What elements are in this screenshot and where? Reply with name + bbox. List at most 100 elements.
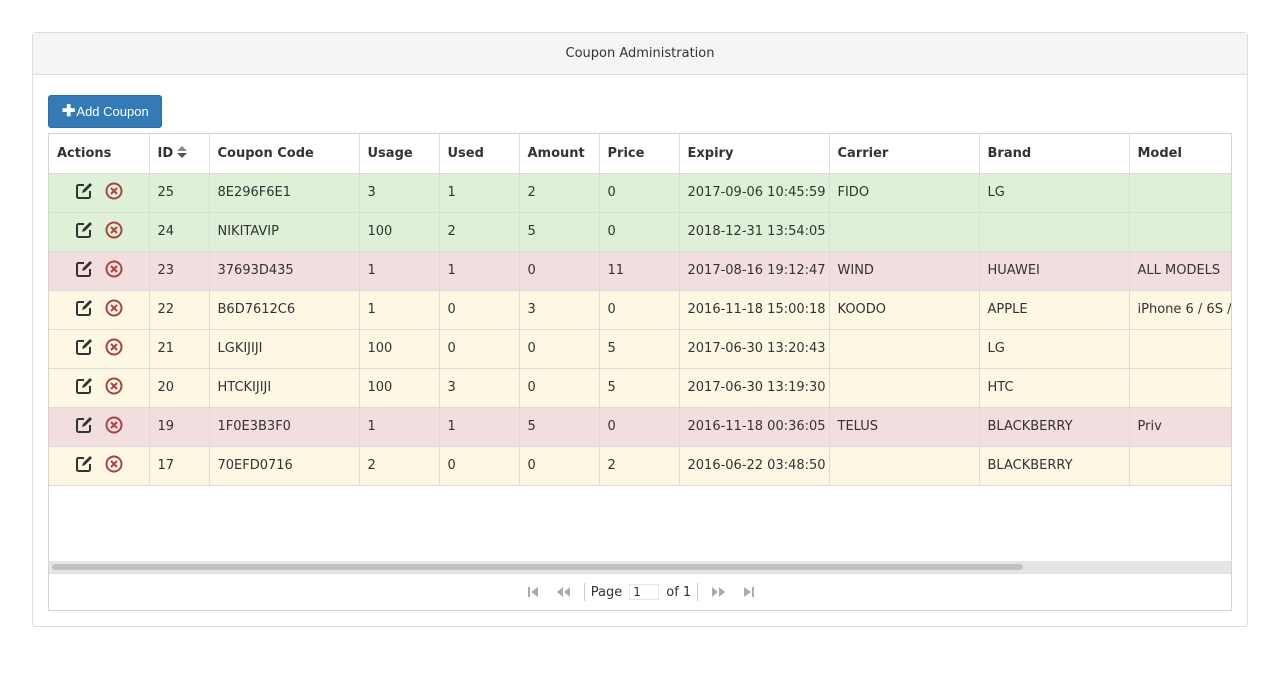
delete-icon[interactable] xyxy=(105,221,123,243)
cell-brand: BLACKBERRY xyxy=(979,407,1130,447)
cell-carrier: TELUS xyxy=(829,407,980,447)
add-coupon-button[interactable]: ✚ Add Coupon xyxy=(48,95,162,128)
cell-used: 3 xyxy=(439,368,520,408)
cell-usage: 3 xyxy=(359,173,440,213)
edit-icon[interactable] xyxy=(75,221,93,243)
cell-price: 0 xyxy=(599,173,680,213)
table-row: 24 NIKITAVIP 100 2 5 0 2018-12-31 13:54:05 xyxy=(49,212,1231,252)
column-header-carrier[interactable]: Carrier xyxy=(829,134,980,174)
cell-model xyxy=(1129,368,1231,408)
prev-page-icon[interactable] xyxy=(555,585,571,599)
cell-code: HTCKIJIJI xyxy=(209,368,360,408)
cell-usage: 2 xyxy=(359,446,440,486)
next-page-icon[interactable] xyxy=(711,585,727,599)
edit-icon[interactable] xyxy=(75,416,93,438)
cell-amount: 0 xyxy=(519,368,600,408)
table-row: 17 70EFD0716 2 0 0 2 2016-06-22 03:48:50 BLACKB… xyxy=(49,446,1231,486)
cell-brand: BLACKBERRY xyxy=(979,446,1130,486)
column-header-amount[interactable]: Amount xyxy=(519,134,600,174)
cell-usage: 100 xyxy=(359,329,440,369)
delete-icon[interactable] xyxy=(105,455,123,477)
add-coupon-label: Add Coupon xyxy=(76,104,149,119)
cell-amount: 5 xyxy=(519,407,600,447)
edit-icon[interactable] xyxy=(75,455,93,477)
table-row: 23 37693D435 1 1 0 11 2017-08-16 19:12:47 WIND H… xyxy=(49,251,1231,291)
cell-price: 0 xyxy=(599,212,680,252)
table-row: 20 HTCKIJIJI 100 3 0 5 2017-06-30 13:19:30 HTC xyxy=(49,368,1231,408)
column-header-id[interactable]: ID xyxy=(149,134,210,174)
cell-expiry: 2017-06-30 13:19:30 xyxy=(679,368,830,408)
delete-icon[interactable] xyxy=(105,416,123,438)
cell-used: 0 xyxy=(439,446,520,486)
cell-expiry: 2016-06-22 03:48:50 xyxy=(679,446,830,486)
cell-expiry: 2016-11-18 00:36:05 xyxy=(679,407,830,447)
column-header-price[interactable]: Price xyxy=(599,134,680,174)
row-actions xyxy=(49,446,150,486)
edit-icon[interactable] xyxy=(75,260,93,282)
horizontal-scrollbar[interactable] xyxy=(49,561,1231,573)
delete-icon[interactable] xyxy=(105,260,123,282)
page-label: Page xyxy=(590,584,623,600)
column-header-used[interactable]: Used xyxy=(439,134,520,174)
column-header-actions: Actions xyxy=(49,134,150,174)
column-header-model[interactable]: Model xyxy=(1129,134,1231,174)
cell-amount: 2 xyxy=(519,173,600,213)
edit-icon[interactable] xyxy=(75,299,93,321)
cell-used: 1 xyxy=(439,173,520,213)
cell-amount: 0 xyxy=(519,329,600,369)
cell-used: 0 xyxy=(439,290,520,330)
table-row: 22 B6D7612C6 1 0 3 0 2016-11-18 15:00:18 KOODO A… xyxy=(49,290,1231,330)
table-row: 21 LGKIJIJI 100 0 0 5 2017-06-30 13:20:43 LG xyxy=(49,329,1231,369)
cell-price: 2 xyxy=(599,446,680,486)
row-actions xyxy=(49,290,150,330)
sort-icon[interactable] xyxy=(177,146,188,159)
cell-price: 0 xyxy=(599,290,680,330)
delete-icon[interactable] xyxy=(105,299,123,321)
column-header-id-label: ID xyxy=(157,146,174,162)
cell-id: 21 xyxy=(149,329,210,369)
panel-title: Coupon Administration xyxy=(33,33,1247,75)
cell-usage: 1 xyxy=(359,251,440,291)
cell-id: 23 xyxy=(149,251,210,291)
cell-used: 1 xyxy=(439,251,520,291)
cell-carrier xyxy=(829,446,980,486)
cell-used: 0 xyxy=(439,329,520,369)
edit-icon[interactable] xyxy=(75,338,93,360)
column-header-brand[interactable]: Brand xyxy=(979,134,1130,174)
column-header-usage[interactable]: Usage xyxy=(359,134,440,174)
cell-model: iPhone 6 / 6S / xyxy=(1129,290,1231,330)
table-row: 19 1F0E3B3F0 1 1 5 0 2016-11-18 00:36:05 TELUS B… xyxy=(49,407,1231,447)
cell-code: 70EFD0716 xyxy=(209,446,360,486)
edit-icon[interactable] xyxy=(75,377,93,399)
scrollbar-thumb[interactable] xyxy=(52,564,1023,570)
edit-icon[interactable] xyxy=(75,182,93,204)
delete-icon[interactable] xyxy=(105,182,123,204)
cell-code: LGKIJIJI xyxy=(209,329,360,369)
cell-expiry: 2017-09-06 10:45:59 xyxy=(679,173,830,213)
last-page-icon[interactable] xyxy=(741,585,757,599)
cell-usage: 1 xyxy=(359,290,440,330)
cell-expiry: 2017-06-30 13:20:43 xyxy=(679,329,830,369)
column-header-coupon-code[interactable]: Coupon Code xyxy=(209,134,360,174)
column-header-expiry[interactable]: Expiry xyxy=(679,134,830,174)
cell-brand: LG xyxy=(979,329,1130,369)
delete-icon[interactable] xyxy=(105,377,123,399)
cell-carrier: WIND xyxy=(829,251,980,291)
row-actions xyxy=(49,212,150,252)
first-page-icon[interactable] xyxy=(525,585,541,599)
cell-model: ALL MODELS xyxy=(1129,251,1231,291)
cell-brand: APPLE xyxy=(979,290,1130,330)
cell-code: B6D7612C6 xyxy=(209,290,360,330)
cell-amount: 5 xyxy=(519,212,600,252)
cell-carrier xyxy=(829,368,980,408)
cell-carrier: FIDO xyxy=(829,173,980,213)
cell-usage: 100 xyxy=(359,368,440,408)
pager-separator xyxy=(583,583,585,601)
page-number-input[interactable] xyxy=(629,584,660,600)
table-header-row: Actions ID Coupon Code Usage Used Amount… xyxy=(49,134,1231,174)
delete-icon[interactable] xyxy=(105,338,123,360)
table-row: 25 8E296F6E1 3 1 2 0 2017-09-06 10:45:59 FIDO LG xyxy=(49,173,1231,213)
cell-model xyxy=(1129,212,1231,252)
row-actions xyxy=(49,407,150,447)
coupon-admin-panel: Coupon Administration ✚ Add Coupon Actio… xyxy=(32,32,1248,627)
